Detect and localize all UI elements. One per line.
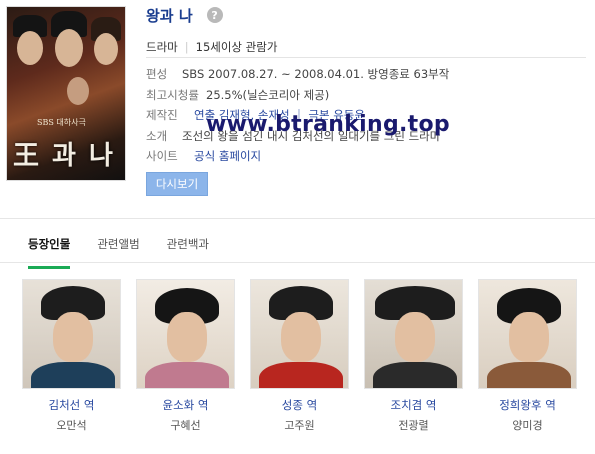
poster-title-art: 王 과 나 bbox=[13, 141, 115, 171]
tab-bar: 등장인물 관련앨범 관련백과 bbox=[28, 233, 236, 269]
cast-card[interactable]: 김처선 역 오만석 bbox=[22, 279, 121, 433]
info-label: 최고시청률 bbox=[146, 87, 199, 102]
tab-albums[interactable]: 관련앨범 bbox=[97, 233, 139, 259]
peak-rating-value: 25.5% bbox=[206, 87, 243, 102]
cast-face bbox=[53, 312, 93, 362]
info-row-site: 사이트 공식 홈페이지 bbox=[146, 146, 449, 167]
cast-face bbox=[395, 312, 435, 362]
cast-card[interactable]: 조치겸 역 전광렬 bbox=[364, 279, 463, 433]
drama-info-panel: SBS 대하사극 王 과 나 왕과 나 ? 드라마 | 15세이상 관람가 편성… bbox=[0, 0, 595, 218]
tab-encyclopedia[interactable]: 관련백과 bbox=[167, 233, 209, 259]
genre-row: 드라마 | 15세이상 관람가 bbox=[146, 36, 586, 58]
cast-photo[interactable] bbox=[250, 279, 349, 389]
poster-figure-face bbox=[55, 29, 83, 67]
poster-figure-face bbox=[67, 77, 89, 105]
question-icon[interactable]: ? bbox=[206, 7, 223, 23]
poster-figure-face bbox=[17, 31, 43, 65]
cast-actor: 오만석 bbox=[56, 419, 87, 432]
cast-section: 등장인물 관련앨범 관련백과 김처선 역 오만석 윤소화 역 구혜선 성종 역 … bbox=[0, 218, 595, 454]
info-label: 소개 bbox=[146, 128, 168, 143]
cast-role[interactable]: 김처선 역 bbox=[22, 397, 121, 413]
title-row: 왕과 나 ? bbox=[146, 5, 223, 25]
cast-robe bbox=[31, 362, 115, 388]
schedule-value: SBS 2007.08.27. ~ 2008.04.01. 방영종료 63부작 bbox=[182, 67, 450, 82]
cast-actor: 고주원 bbox=[284, 419, 315, 432]
official-site-link[interactable]: 공식 홈페이지 bbox=[194, 148, 261, 164]
poster-figure-face bbox=[94, 33, 118, 65]
cast-role[interactable]: 성종 역 bbox=[250, 397, 349, 413]
cast-photo[interactable] bbox=[22, 279, 121, 389]
cast-card[interactable]: 성종 역 고주원 bbox=[250, 279, 349, 433]
cast-robe bbox=[373, 362, 457, 388]
cast-actor: 전광렬 bbox=[398, 419, 429, 432]
cast-card[interactable]: 윤소화 역 구혜선 bbox=[136, 279, 235, 433]
cast-robe bbox=[145, 362, 229, 388]
tab-cast[interactable]: 등장인물 bbox=[28, 233, 71, 269]
watermark-text: www.btranking.top bbox=[206, 112, 450, 137]
genre-label: 드라마 bbox=[146, 39, 178, 54]
divider: | bbox=[184, 39, 189, 54]
cast-photo[interactable] bbox=[136, 279, 235, 389]
info-label: 편성 bbox=[146, 67, 168, 82]
info-label: 제작진 bbox=[146, 108, 178, 123]
cast-robe bbox=[259, 362, 343, 388]
poster-sbs-label: SBS 대하사극 bbox=[37, 118, 86, 127]
cast-face bbox=[167, 312, 207, 362]
cast-actor: 양미경 bbox=[512, 419, 543, 432]
cast-card[interactable]: 정희왕후 역 양미경 bbox=[478, 279, 577, 433]
rewatch-button[interactable]: 다시보기 bbox=[146, 172, 208, 196]
cast-role[interactable]: 윤소화 역 bbox=[136, 397, 235, 413]
tab-divider bbox=[0, 262, 595, 263]
cast-photo[interactable] bbox=[478, 279, 577, 389]
rating-source: (닐슨코리아 제공) bbox=[242, 87, 330, 102]
cast-actor: 구혜선 bbox=[170, 419, 201, 432]
cast-photo[interactable] bbox=[364, 279, 463, 389]
drama-poster[interactable]: SBS 대하사극 王 과 나 bbox=[6, 6, 126, 181]
cast-list: 김처선 역 오만석 윤소화 역 구혜선 성종 역 고주원 조치겸 역 전광렬 정… bbox=[22, 279, 592, 433]
cast-face bbox=[509, 312, 549, 362]
cast-robe bbox=[487, 362, 571, 388]
cast-role[interactable]: 정희왕후 역 bbox=[478, 397, 577, 413]
info-row-schedule: 편성 SBS 2007.08.27. ~ 2008.04.01. 방영종료 63… bbox=[146, 64, 449, 85]
age-rating-label: 15세이상 관람가 bbox=[195, 39, 278, 54]
info-label: 사이트 bbox=[146, 149, 178, 164]
cast-role[interactable]: 조치겸 역 bbox=[364, 397, 463, 413]
page-title[interactable]: 왕과 나 bbox=[146, 5, 193, 26]
cast-face bbox=[281, 312, 321, 362]
info-row-rating: 최고시청률 25.5% (닐슨코리아 제공) bbox=[146, 85, 449, 106]
